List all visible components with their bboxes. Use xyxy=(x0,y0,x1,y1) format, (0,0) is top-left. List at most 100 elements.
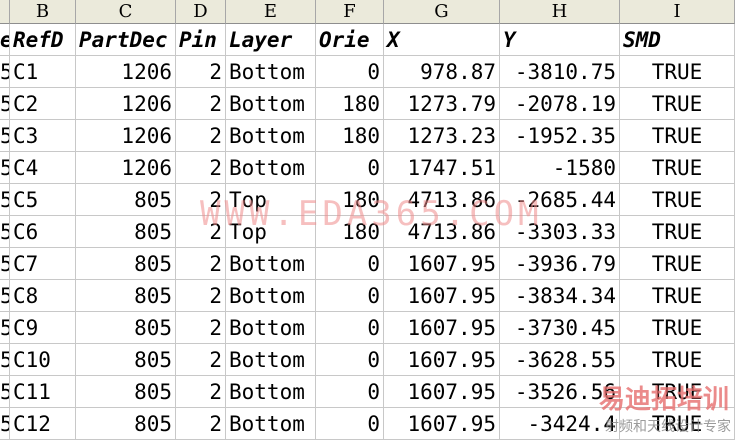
header-cell[interactable]: X xyxy=(384,24,500,56)
table-cell[interactable]: C9 xyxy=(10,312,76,344)
table-cell[interactable]: 805 xyxy=(76,184,176,216)
column-header-d[interactable]: D xyxy=(176,0,226,24)
table-cell[interactable]: 1607.95 xyxy=(384,376,500,408)
table-cell[interactable]: C5 xyxy=(10,184,76,216)
table-cell[interactable]: C7 xyxy=(10,248,76,280)
header-cell[interactable]: RefD xyxy=(10,24,76,56)
table-cell[interactable]: 805 xyxy=(76,280,176,312)
table-cell[interactable]: 1273.79 xyxy=(384,88,500,120)
table-cell[interactable]: Bottom xyxy=(226,56,316,88)
table-cell[interactable]: 805 xyxy=(76,248,176,280)
table-cell[interactable]: 0 xyxy=(316,56,384,88)
table-cell[interactable]: 180 xyxy=(316,184,384,216)
table-cell[interactable]: 180 xyxy=(316,88,384,120)
table-cell[interactable]: C10 xyxy=(10,344,76,376)
partial-cell[interactable]: 5 xyxy=(0,216,10,248)
partial-cell[interactable]: 5 xyxy=(0,120,10,152)
table-cell[interactable]: Top xyxy=(226,216,316,248)
table-cell[interactable]: -3628.55 xyxy=(500,344,620,376)
column-header-h[interactable]: H xyxy=(500,0,620,24)
table-cell[interactable]: C11 xyxy=(10,376,76,408)
table-cell[interactable]: 1206 xyxy=(76,120,176,152)
table-cell[interactable]: 4713.86 xyxy=(384,216,500,248)
table-cell[interactable]: 0 xyxy=(316,280,384,312)
partial-cell[interactable]: 5 xyxy=(0,280,10,312)
table-cell[interactable]: TRUE xyxy=(620,248,735,280)
table-cell[interactable]: TRUE xyxy=(620,376,735,408)
partial-cell[interactable]: e xyxy=(0,24,10,56)
table-cell[interactable]: 1273.23 xyxy=(384,120,500,152)
table-cell[interactable]: 1607.95 xyxy=(384,312,500,344)
table-cell[interactable]: TRUE xyxy=(620,88,735,120)
partial-cell[interactable]: 5 xyxy=(0,184,10,216)
table-cell[interactable]: TRUE xyxy=(620,280,735,312)
table-cell[interactable]: -3834.34 xyxy=(500,280,620,312)
table-cell[interactable]: 1607.95 xyxy=(384,344,500,376)
table-cell[interactable]: 805 xyxy=(76,312,176,344)
table-cell[interactable]: TRUE xyxy=(620,408,735,440)
header-cell[interactable]: Layer xyxy=(226,24,316,56)
table-cell[interactable]: C6 xyxy=(10,216,76,248)
table-cell[interactable]: 180 xyxy=(316,216,384,248)
table-cell[interactable]: 2 xyxy=(176,344,226,376)
column-header-f[interactable]: F xyxy=(316,0,384,24)
table-cell[interactable]: 2 xyxy=(176,408,226,440)
table-cell[interactable]: 2 xyxy=(176,120,226,152)
table-cell[interactable]: Bottom xyxy=(226,248,316,280)
header-cell[interactable]: SMD xyxy=(620,24,735,56)
spreadsheet-grid[interactable]: BCDEFGHIeRefDPartDecPinLayerOrieXYSMD5C1… xyxy=(0,0,735,440)
table-cell[interactable]: 2 xyxy=(176,280,226,312)
table-cell[interactable]: 805 xyxy=(76,376,176,408)
table-cell[interactable]: TRUE xyxy=(620,120,735,152)
partial-cell[interactable]: 5 xyxy=(0,56,10,88)
table-cell[interactable]: 0 xyxy=(316,344,384,376)
table-cell[interactable]: 2 xyxy=(176,152,226,184)
column-header-b[interactable]: B xyxy=(10,0,76,24)
header-cell[interactable]: Orie xyxy=(316,24,384,56)
table-cell[interactable]: 1206 xyxy=(76,56,176,88)
table-cell[interactable]: 1607.95 xyxy=(384,248,500,280)
table-cell[interactable]: -2078.19 xyxy=(500,88,620,120)
table-cell[interactable]: 978.87 xyxy=(384,56,500,88)
table-cell[interactable]: 0 xyxy=(316,152,384,184)
table-cell[interactable]: TRUE xyxy=(620,344,735,376)
table-cell[interactable]: -3424.4 xyxy=(500,408,620,440)
header-cell[interactable]: PartDec xyxy=(76,24,176,56)
column-header-c[interactable]: C xyxy=(76,0,176,24)
table-cell[interactable]: 2 xyxy=(176,216,226,248)
column-header-g[interactable]: G xyxy=(384,0,500,24)
table-cell[interactable]: TRUE xyxy=(620,184,735,216)
table-cell[interactable]: TRUE xyxy=(620,152,735,184)
table-cell[interactable]: -3936.79 xyxy=(500,248,620,280)
table-cell[interactable]: 2 xyxy=(176,88,226,120)
table-cell[interactable]: C4 xyxy=(10,152,76,184)
partial-cell[interactable]: 5 xyxy=(0,408,10,440)
table-cell[interactable]: Bottom xyxy=(226,344,316,376)
table-cell[interactable]: 805 xyxy=(76,216,176,248)
table-cell[interactable]: Bottom xyxy=(226,88,316,120)
table-cell[interactable]: -3526.56 xyxy=(500,376,620,408)
partial-cell[interactable]: 5 xyxy=(0,344,10,376)
table-cell[interactable]: 2 xyxy=(176,56,226,88)
partial-cell[interactable]: 5 xyxy=(0,88,10,120)
table-cell[interactable]: C8 xyxy=(10,280,76,312)
table-cell[interactable]: Bottom xyxy=(226,312,316,344)
table-cell[interactable]: 2 xyxy=(176,376,226,408)
table-cell[interactable]: 1747.51 xyxy=(384,152,500,184)
table-cell[interactable]: Bottom xyxy=(226,280,316,312)
table-cell[interactable]: 4713.86 xyxy=(384,184,500,216)
table-cell[interactable]: C3 xyxy=(10,120,76,152)
table-cell[interactable]: Bottom xyxy=(226,120,316,152)
table-cell[interactable]: -3810.75 xyxy=(500,56,620,88)
table-cell[interactable]: C1 xyxy=(10,56,76,88)
table-cell[interactable]: 1607.95 xyxy=(384,280,500,312)
table-cell[interactable]: -3303.33 xyxy=(500,216,620,248)
partial-cell[interactable]: 5 xyxy=(0,312,10,344)
table-cell[interactable]: 1206 xyxy=(76,88,176,120)
table-cell[interactable]: Bottom xyxy=(226,152,316,184)
partial-cell[interactable]: 5 xyxy=(0,248,10,280)
column-header-e[interactable]: E xyxy=(226,0,316,24)
table-cell[interactable]: 805 xyxy=(76,344,176,376)
table-cell[interactable]: 805 xyxy=(76,408,176,440)
table-cell[interactable]: 2 xyxy=(176,184,226,216)
